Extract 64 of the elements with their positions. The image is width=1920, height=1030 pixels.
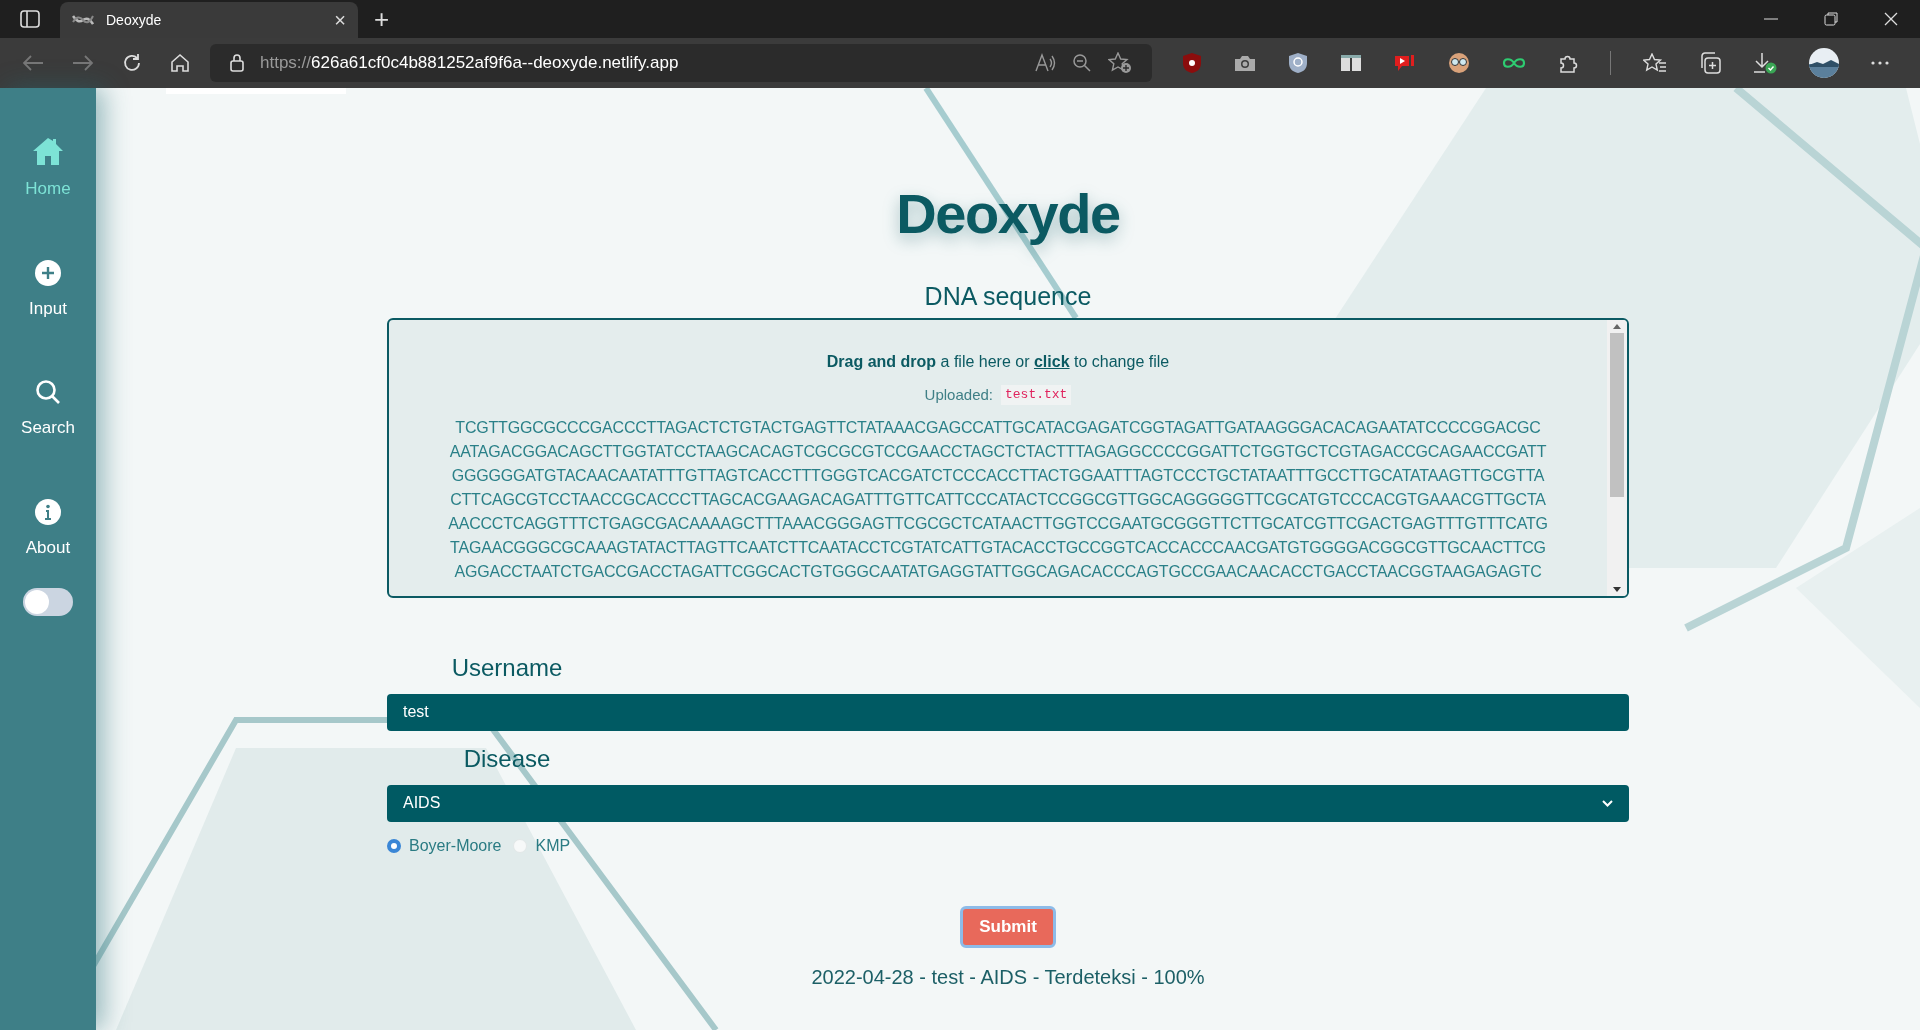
video-extension-icon[interactable] [1394, 53, 1416, 73]
camera-icon[interactable] [1234, 54, 1256, 72]
username-field[interactable]: test [387, 693, 1629, 731]
more-icon[interactable] [1871, 61, 1889, 65]
sidebar-nav-item[interactable]: About [25, 498, 71, 560]
tab-actions-icon[interactable] [20, 10, 40, 28]
lock-icon [230, 54, 244, 72]
add-favorite-icon[interactable] [1108, 52, 1132, 74]
disease-label: Disease [463, 743, 551, 774]
url-text: https://626a61cf0c4b881252af9f6a--deoxyde.netlify.app [260, 52, 679, 75]
username-label: Username [451, 652, 563, 683]
dna-sequence-line: AGGACCTAATCTGACCGACCTAGATTCGGCACTGTGGGCAATATGAGGTATTGGCAGACACCCAGTGCCGAACAACACCTGACCTAACGGTAAGAGAGTC [454, 562, 1542, 582]
dna-sequence-line: AATAGACGGACAGCTTGGTATCCTAAGCACAGTCGCGCGTCCGAACCTAGCTCTACTTTAGAGGCCCCGGATTCTGGTGCTCGTAGACCGCAGAACCGATT [449, 442, 1547, 462]
algorithm-radio[interactable]: KMP [513, 833, 571, 858]
dark-mode-toggle[interactable] [23, 588, 73, 616]
dna-sequence-line: CTTCAGCGTCCTAACCGCACCCTTAGCACGAAGACAGATTTGTTCATTCCCATACTCCGGCGTTGGCAGGGGGTTCGCATGTCCCACGTGAAACGTTGCTA [450, 490, 1546, 510]
face-extension-icon[interactable] [1448, 52, 1470, 74]
sidebar-nav-item[interactable]: Input [29, 259, 67, 321]
new-tab-button[interactable]: + [374, 6, 390, 32]
algorithm-radio[interactable]: Boyer-Moore [387, 833, 502, 858]
sidebar-nav-item[interactable]: Search [21, 379, 75, 441]
scroll-up-icon[interactable] [1613, 323, 1621, 329]
page-title: Deoxyde [896, 181, 1120, 247]
dna-sequence-label: DNA sequence [924, 281, 1092, 312]
file-drop-area[interactable] [387, 317, 1629, 598]
columns-icon[interactable] [1340, 54, 1362, 72]
favorites-icon[interactable] [1643, 53, 1667, 73]
restore-icon[interactable] [1824, 12, 1838, 26]
home-icon[interactable] [170, 53, 190, 73]
uploaded-file-name: test.txt [1001, 385, 1072, 405]
infinity-extension-icon[interactable] [1502, 56, 1526, 70]
shield-extension-icon[interactable] [1182, 52, 1202, 74]
dna-sequence-line: TAGAACGGGCGCAAAGTATACTTAGTTCAATCTTCAATACCTCGTATCATTGTACACCTGCCGGTCACCACCCAACGATGTGGGGACGGCGTTGCAACTTCG [450, 538, 1546, 558]
search-icon [35, 379, 61, 405]
plus-circle-icon [35, 259, 61, 286]
profile-avatar[interactable] [1809, 48, 1839, 78]
dna-favicon-icon [72, 13, 94, 27]
home-icon [32, 136, 64, 166]
scroll-down-icon[interactable] [1613, 586, 1621, 592]
dna-sequence-line: TCGTTGGCGCCCGACCCTTAGACTCTGTACTGAGTTCTATAAACGAGCCATTGCATACGAGATCGGTAGATTGATAAGGGACACAGAATATCCCCGGACGC [455, 418, 1541, 438]
close-icon[interactable] [1884, 12, 1898, 26]
address-bar[interactable]: https://626a61cf0c4b881252af9f6a--deoxyde.netlify.app [210, 44, 1152, 82]
refresh-icon[interactable] [122, 53, 142, 73]
scrollbar[interactable] [1607, 319, 1627, 596]
collections-icon[interactable] [1699, 52, 1721, 74]
chevron-down-icon [1602, 799, 1613, 807]
back-icon[interactable] [22, 54, 44, 72]
zoom-out-icon[interactable] [1072, 53, 1092, 73]
browser-tab[interactable]: Deoxyde × [60, 2, 358, 38]
drop-hint: Drag and drop a file here or click to change file [826, 351, 1170, 372]
info-icon [35, 498, 61, 525]
forward-icon[interactable] [72, 54, 94, 72]
dna-sequence-line: GGGGGGATGTACAACAATATTTGTTAGTCACCTTTGGGTCACGATCTCCCACCTTACTGGAATTTAGTCCCTGCTATAATTTGCCTTGCATATAAGTTGCGTTA [451, 466, 1545, 486]
click-link[interactable]: click [1033, 352, 1070, 370]
uploaded-label: Uploaded: [924, 384, 993, 405]
read-aloud-icon[interactable] [1034, 53, 1056, 73]
download-icon[interactable] [1753, 52, 1777, 74]
shield-icon[interactable] [1288, 52, 1308, 74]
tab-close-button[interactable]: × [334, 10, 346, 30]
result-text: 2022-04-28 - test - AIDS - Terdeteksi - 100% [811, 964, 1205, 990]
tab-title: Deoxyde [106, 10, 163, 30]
puzzle-icon[interactable] [1558, 53, 1578, 73]
disease-select[interactable]: AIDS [387, 784, 1629, 822]
dna-sequence-line: AACCCTCAGGTTTCTGAGCGACAAAAGCTTTAAACGGGAGTTCGCGCTCATAACTTGGTCCGAATGCGGGTTCTTGCATCGTTCGACTGAGTTTGTTTCATG [448, 514, 1548, 534]
